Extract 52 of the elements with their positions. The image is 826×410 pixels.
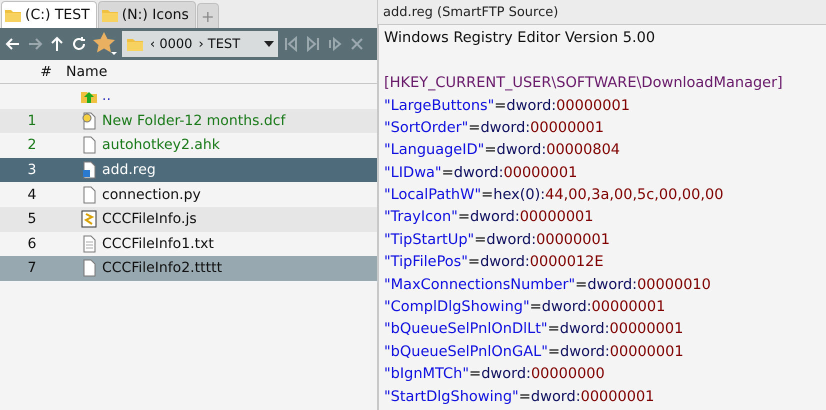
breadcrumb-bar[interactable]: ‹ 0000 › TEST (122, 31, 278, 57)
file-name: New Folder-12 months.dcf (102, 112, 286, 129)
code-line: "bIgnMTCh"=dword:00000000 (384, 365, 606, 384)
file-name: .. (102, 88, 111, 104)
script-file-icon (80, 210, 98, 228)
folder-tab[interactable]: (N:) Icons (98, 1, 196, 28)
file-name: connection.py (102, 186, 201, 203)
file-name: CCCFileInfo1.txt (102, 236, 214, 252)
document-link-icon (80, 112, 98, 130)
file-name: autohotkey2.ahk (102, 137, 220, 154)
preview-title: add.reg (SmartFTP Source) (378, 0, 826, 26)
column-header[interactable]: # (0, 64, 60, 80)
play-icon[interactable] (326, 35, 344, 53)
code-line: "LocalPathW"=hex(0):44,00,3a,00,5c,00,00,00 (384, 186, 724, 206)
code-line: "TrayIcon"=dword:00000001 (384, 208, 595, 228)
code-line: [HKEY_CURRENT_USER\SOFTWARE\DownloadManager] (384, 74, 784, 94)
row-number: 7 (26, 260, 38, 276)
code-line: "bQueueSelPnlOnGAL"=dword:00000001 (384, 342, 685, 362)
star-icon[interactable] (92, 31, 118, 57)
folder-tab[interactable]: (C:) TEST (1, 1, 97, 28)
file-name: CCCFileInfo.js (102, 211, 197, 228)
file-row[interactable]: 1 New Folder-12 months.dcf (0, 108, 377, 134)
code-line: "ComplDlgShowing"=dword:00000001 (384, 298, 666, 318)
code-line: "bQueueSelPnlOnDlLt"=dword:00000001 (384, 320, 684, 340)
registry-file-icon (80, 161, 98, 180)
code-line: "LanguageID"=dword:00000804 (384, 141, 622, 160)
code-line: "LIDwa"=dword:00000001 (384, 164, 578, 183)
file-name: CCCFileInfo2.ttttt (102, 260, 222, 276)
row-number: 2 (26, 137, 38, 154)
column-header[interactable]: Name (60, 64, 108, 80)
row-number: 1 (26, 112, 38, 129)
row-number: 4 (26, 186, 38, 203)
file-row[interactable]: 3 add.reg (0, 158, 377, 182)
row-number: 5 (26, 211, 38, 228)
refresh-icon[interactable] (70, 35, 88, 53)
row-number: 3 (26, 162, 38, 178)
file-name: add.reg (102, 162, 156, 178)
code-line: "MaxConnectionsNumber"=dword:00000010 (384, 276, 712, 295)
code-line: "TipStartUp"=dword:00000001 (384, 230, 611, 250)
file-row[interactable]: 5 CCCFileInfo.js (0, 206, 377, 232)
breadcrumb-item[interactable]: ‹ 0000 (150, 36, 192, 52)
code-line: "LargeButtons"=dword:00000001 (384, 96, 631, 116)
skip-end-icon[interactable] (304, 35, 322, 53)
breadcrumb-item[interactable]: › TEST (198, 36, 240, 52)
dropdown-caret-icon[interactable] (264, 41, 274, 47)
code-line: Windows Registry Editor Version 5.00 (384, 29, 656, 48)
skip-start-icon[interactable] (282, 35, 300, 53)
code-line: "TipFilePos"=dword:0000012E (384, 253, 605, 272)
code-line: "SortOrder"=dword:00000001 (384, 118, 605, 138)
code-line: "StartDlgShowing"=dword:00000001 (384, 388, 656, 407)
file-row[interactable]: 7 CCCFileInfo2.ttttt (0, 256, 377, 281)
row-number: 6 (26, 236, 38, 252)
